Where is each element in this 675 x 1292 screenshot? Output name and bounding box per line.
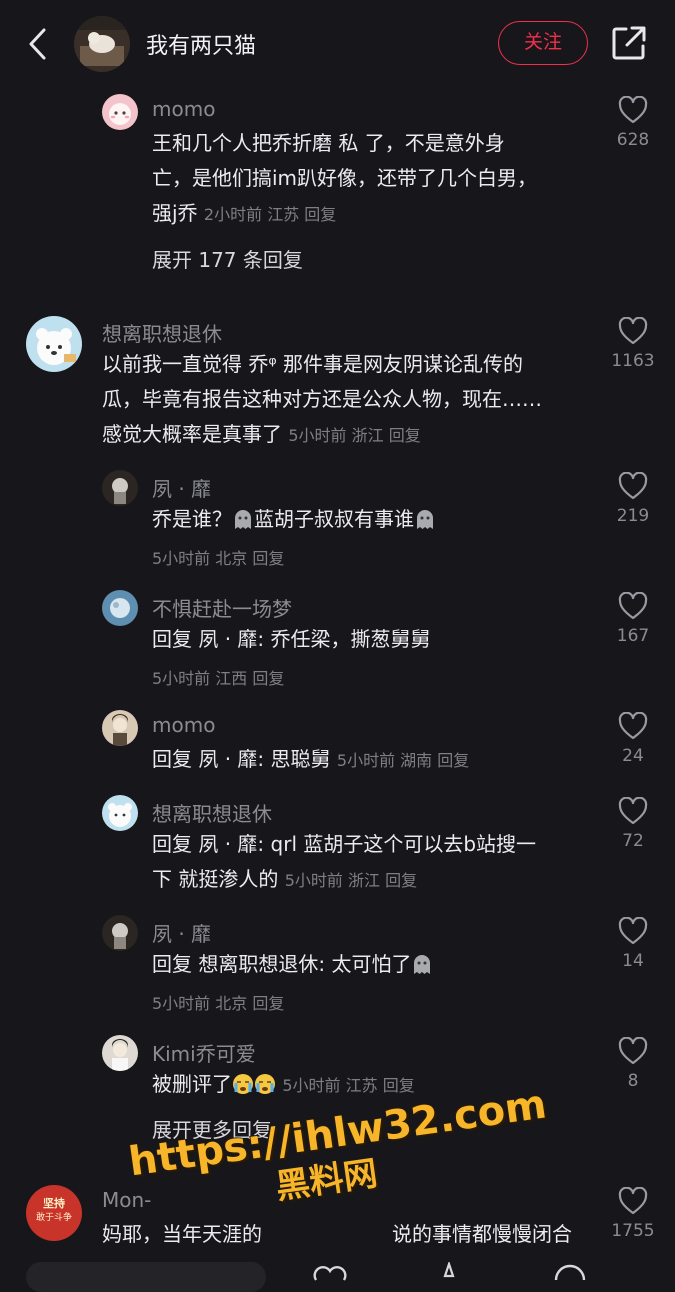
follow-button[interactable]: 关注 [498, 21, 588, 65]
like-count: 628 [616, 130, 650, 150]
like-button[interactable]: 1755 [603, 1187, 663, 1241]
comment-username[interactable]: 想离职想退休 [102, 318, 222, 347]
like-count: 167 [616, 626, 650, 646]
like-count: 1755 [611, 1221, 655, 1241]
comment-text-line: 感觉大概率是真事了 5小时前 浙江 回复 [102, 417, 421, 453]
top-bar: 我有两只猫 关注 [0, 0, 675, 88]
heart-icon [618, 96, 648, 124]
reply-username[interactable]: Kimi乔可爱 [152, 1038, 256, 1067]
reply-username[interactable]: 夙 · 靡 [152, 918, 211, 947]
like-count: 8 [627, 1071, 639, 1091]
author-name[interactable]: 我有两只猫 [146, 28, 256, 60]
reply-text: 回复 想离职想退休: 太可怕了 [152, 947, 433, 982]
avatar[interactable] [102, 795, 138, 831]
reply-username[interactable]: 不惧赶赴一场梦 [152, 593, 292, 622]
like-button[interactable]: 24 [603, 712, 663, 766]
reply-meta[interactable]: 5小时前 湖南 回复 [337, 751, 469, 770]
heart-icon [618, 1037, 648, 1065]
crying-emoji-icon [232, 1071, 254, 1094]
heart-icon[interactable] [312, 1262, 348, 1286]
comment-username[interactable]: momo [152, 97, 215, 121]
avatar[interactable] [102, 1035, 138, 1071]
comment-text-line: 瓜，毕竟有报告这种对方还是公众人物，现在…… [102, 387, 542, 411]
like-button[interactable]: 14 [603, 917, 663, 971]
avatar[interactable] [26, 316, 82, 372]
ghost-emoji-icon [414, 506, 436, 529]
reply-text: 乔是谁？ 蓝胡子叔叔有事谁 [152, 502, 436, 537]
comment-text-tail: 强j乔 [152, 201, 198, 225]
author-avatar[interactable] [74, 16, 130, 72]
like-button[interactable]: 167 [603, 592, 663, 646]
bottom-toolbar [0, 1258, 675, 1292]
avatar[interactable] [102, 915, 138, 951]
heart-icon [618, 712, 648, 740]
avatar[interactable] [102, 94, 138, 130]
like-button[interactable]: 219 [603, 472, 663, 526]
comment-text-line: 以前我一直觉得 乔ᵠ 那件事是网友阴谋论乱传的 [102, 352, 524, 376]
heart-icon [618, 1187, 648, 1215]
comment-meta[interactable]: 2小时前 江苏 回复 [204, 205, 336, 224]
reply-text: 回复 夙 · 靡: 乔任梁，撕葱舅舅 [152, 627, 431, 651]
reply-meta[interactable]: 5小时前 北京 回复 [152, 990, 284, 1014]
like-button[interactable]: 1163 [603, 317, 663, 371]
like-count: 72 [622, 831, 644, 851]
heart-icon [618, 917, 648, 945]
comment-text-line: 亡，是他们搞im趴好像，还带了几个白男， [152, 166, 538, 190]
reply-text: 下 就挺渗人的 5小时前 浙江 回复 [152, 862, 417, 898]
heart-icon [618, 592, 648, 620]
like-button[interactable]: 628 [603, 96, 663, 150]
like-count: 24 [622, 746, 644, 766]
expand-replies-button[interactable]: 展开 177 条回复 [152, 244, 303, 273]
ghost-emoji-icon [411, 951, 433, 974]
like-count: 1163 [611, 351, 655, 371]
reply-meta[interactable]: 5小时前 北京 回复 [152, 545, 284, 569]
watermark: https://ihlw32.com 黑料网 [126, 1081, 555, 1228]
reply-text-part: 乔是谁？ [152, 507, 232, 531]
share-icon[interactable] [610, 24, 648, 62]
star-icon[interactable] [434, 1260, 464, 1286]
comment-text-tail: 感觉大概率是真事了 [102, 422, 282, 446]
comment-text-line: 妈耶，当年天涯的 [102, 1222, 262, 1246]
reply-meta[interactable]: 5小时前 浙江 回复 [285, 871, 417, 890]
heart-icon [618, 472, 648, 500]
reply-meta[interactable]: 5小时前 江西 回复 [152, 665, 284, 689]
reply-username[interactable]: 想离职想退休 [152, 798, 272, 827]
like-button[interactable]: 8 [603, 1037, 663, 1091]
reply-text-part: 被删评了 [152, 1072, 232, 1096]
like-button[interactable]: 72 [603, 797, 663, 851]
reply-text-part: 回复 想离职想退休: 太可怕了 [152, 952, 412, 976]
reply-text: 被删评了 5小时前 江苏 回复 [152, 1067, 415, 1103]
reply-text-part: 回复 夙 · 靡: 思聪舅 [152, 747, 331, 771]
heart-icon [618, 317, 648, 345]
avatar-text: 坚持 [43, 1197, 65, 1210]
reply-text-part: 蓝胡子叔叔有事谁 [254, 507, 414, 531]
comment-input[interactable] [26, 1262, 266, 1292]
like-count: 219 [616, 506, 650, 526]
reply-text: 回复 夙 · 靡: 思聪舅 5小时前 湖南 回复 [152, 742, 469, 778]
avatar[interactable] [102, 590, 138, 626]
comment-text-line: 王和几个人把乔折磨 私 了，不是意外身 [152, 131, 505, 155]
ghost-emoji-icon [232, 506, 254, 529]
reply-meta[interactable]: 5小时前 江苏 回复 [282, 1076, 414, 1095]
comment-text-line: 说的事情都慢慢闭合 [392, 1222, 572, 1246]
avatar[interactable] [102, 710, 138, 746]
heart-icon [618, 797, 648, 825]
avatar-text: 敢于斗争 [35, 1213, 72, 1223]
back-icon[interactable] [22, 24, 56, 64]
crying-emoji-icon [254, 1071, 276, 1094]
reply-username[interactable]: momo [152, 713, 215, 737]
avatar[interactable] [102, 470, 138, 506]
reply-text: 回复 夙 · 靡: qrl 蓝胡子这个可以去b站搜一 [152, 832, 537, 856]
comment-icon[interactable] [552, 1262, 588, 1286]
avatar[interactable]: 坚持 敢于斗争 [26, 1185, 82, 1241]
comment-meta[interactable]: 5小时前 浙江 回复 [288, 426, 420, 445]
like-count: 14 [622, 951, 644, 971]
reply-text-part: 下 就挺渗人的 [152, 867, 279, 891]
reply-username[interactable]: 夙 · 靡 [152, 473, 211, 502]
comment-text-line: 强j乔 2小时前 江苏 回复 [152, 196, 336, 232]
